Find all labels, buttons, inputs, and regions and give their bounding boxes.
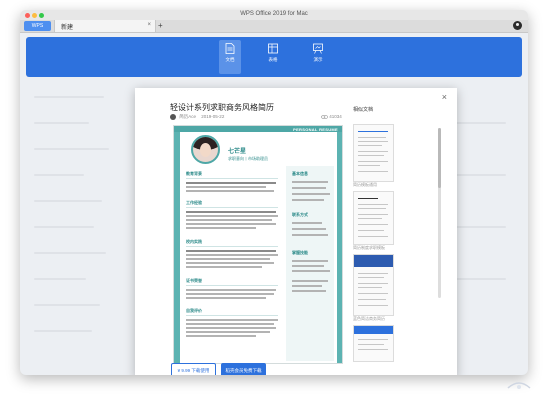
view-count-value: 41034 — [329, 114, 342, 119]
tab-document[interactable]: 文档 — [219, 40, 241, 74]
member-download-button[interactable]: 稻壳会员免费下载 — [221, 363, 266, 375]
user-avatar[interactable] — [513, 21, 522, 30]
resume-section-heading: 证书荣誉 — [186, 278, 202, 283]
resume-section-heading: 教育背景 — [186, 171, 202, 176]
resume-header-bar: PERSONAL RESUME — [174, 126, 342, 132]
resume-right-border — [337, 132, 342, 363]
tab-close-icon[interactable]: × — [147, 22, 151, 28]
related-template-thumb[interactable] — [353, 325, 394, 362]
author-avatar — [170, 114, 176, 120]
tab-label: 新建 — [61, 25, 74, 31]
publish-date: 2019-05-22 — [201, 114, 225, 120]
template-preview-modal: × 轻设计系列求职商务风格简历 简历Ace 2019-05-22 41034 相… — [135, 88, 457, 375]
tab-document-label: 文档 — [225, 57, 235, 62]
resume-section-heading: 自我评价 — [186, 308, 202, 313]
author-name[interactable]: 简历Ace — [179, 114, 196, 119]
related-template-caption[interactable]: 蓝色简洁商务简历 — [353, 316, 385, 322]
watermark-logo-icon — [507, 382, 531, 389]
app-window: WPS Office 2019 for Mac WPS 新建 × + 文档 表格 — [20, 10, 528, 375]
tab-new-document[interactable]: 新建 × — [54, 20, 156, 32]
spreadsheet-icon — [268, 43, 278, 54]
resume-section-heading: 校内实践 — [186, 239, 202, 244]
tab-wps-home[interactable]: WPS — [24, 21, 51, 31]
related-template-caption[interactable]: 简历制度求职模板 — [353, 245, 385, 251]
resume-name: 七芒星 — [228, 149, 247, 155]
tab-spreadsheet-label: 表格 — [268, 57, 278, 62]
resume-side-heading: 联系方式 — [292, 212, 308, 217]
template-title: 轻设计系列求职商务风格简历 — [170, 103, 274, 112]
buy-download-button[interactable]: ¥ 9.99 下载使用 — [171, 363, 216, 375]
close-icon[interactable]: × — [442, 92, 447, 102]
tab-bar: WPS 新建 × + — [20, 20, 528, 33]
window-title: WPS Office 2019 for Mac — [240, 11, 308, 17]
related-template-thumb[interactable] — [353, 124, 394, 182]
resume-job: 求职意向丨市场助理员 — [228, 156, 268, 161]
template-meta: 简历Ace 2019-05-22 — [170, 114, 224, 120]
related-template-caption[interactable]: 简历模板通用 — [353, 182, 377, 188]
resume-section-heading: 工作经验 — [186, 200, 202, 205]
related-docs-title: 相似文档 — [353, 107, 374, 113]
resume-photo — [191, 135, 220, 164]
view-count: 41034 — [320, 114, 342, 119]
add-tab-button[interactable]: + — [158, 21, 163, 31]
tab-presentation[interactable]: 演示 — [307, 40, 329, 74]
title-bar: WPS Office 2019 for Mac — [20, 10, 528, 20]
resume-preview: PERSONAL RESUME 七芒星 求职意向丨市场助理员 教育背景 工作经验… — [173, 125, 343, 364]
preview-scrollbar[interactable] — [438, 128, 441, 298]
resume-header-text: PERSONAL RESUME — [293, 127, 338, 132]
new-doc-toolbar: 文档 表格 演示 — [26, 37, 522, 77]
tab-spreadsheet[interactable]: 表格 — [262, 40, 284, 74]
eye-icon — [320, 114, 329, 119]
resume-side-column — [286, 166, 334, 361]
scroll-thumb[interactable] — [438, 128, 441, 188]
resume-side-heading: 掌握技能 — [292, 250, 308, 255]
document-icon — [225, 43, 235, 54]
related-template-thumb[interactable] — [353, 254, 394, 316]
resume-left-border — [174, 132, 180, 363]
resume-side-heading: 基本信息 — [292, 171, 308, 176]
related-template-thumb[interactable] — [353, 191, 394, 245]
presentation-icon — [313, 43, 323, 54]
tab-presentation-label: 演示 — [313, 57, 323, 62]
